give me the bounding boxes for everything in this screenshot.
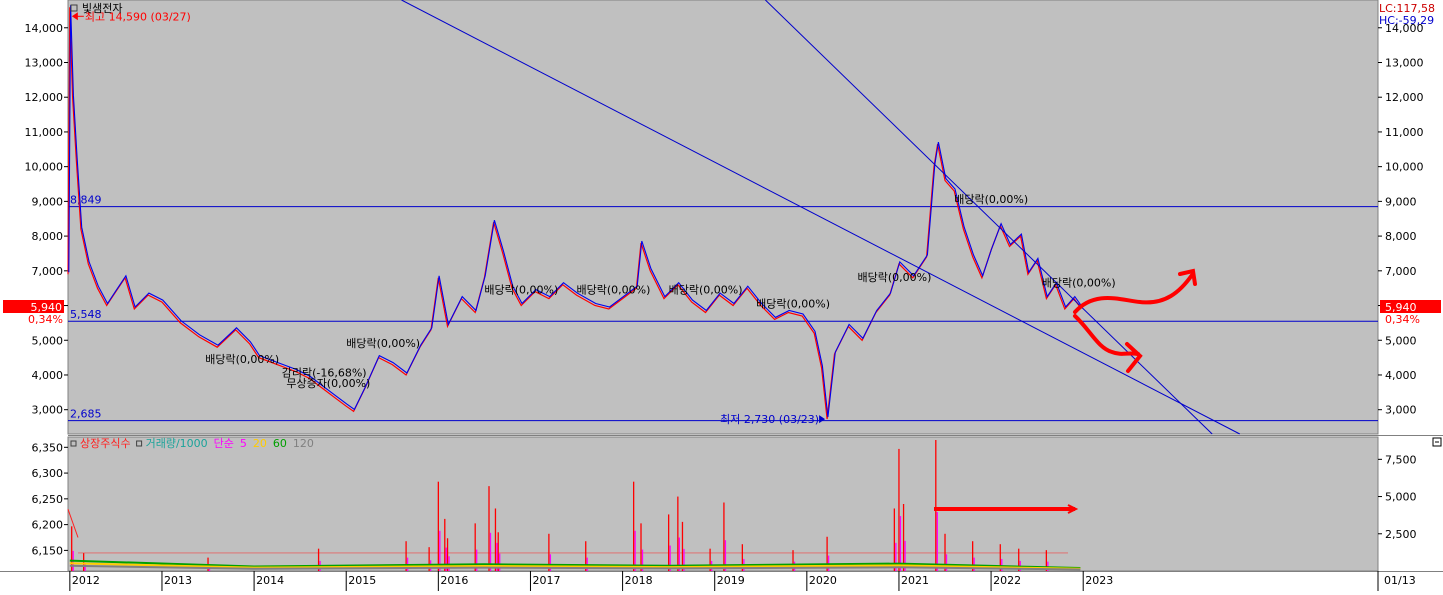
- x-end-label: 01/13: [1384, 574, 1416, 587]
- chart-stage: 14,000 14,000 13,000 13,000 12,000 12,000 11,0…: [0, 0, 1443, 591]
- event-annotation-10: 배당락(0,00%): [1042, 276, 1116, 289]
- x-tick-label: 2017: [532, 574, 560, 587]
- low-label: 최저 2,730 (03/23): [720, 413, 819, 426]
- price-tick-label-right: 5,000: [1385, 334, 1417, 347]
- shares-tick-label: 6,250: [32, 493, 64, 506]
- hc-label: HC:-59,29: [1379, 14, 1434, 27]
- price-tick-label-left: 14,000: [25, 22, 64, 35]
- level-label: 5,548: [70, 308, 102, 321]
- x-tick-label: 2015: [348, 574, 376, 587]
- event-annotation-8: 배당락(0,00%): [858, 271, 932, 284]
- lower-legend-item: 단순: [214, 437, 234, 450]
- price-tick-label-left: 8,000: [32, 230, 64, 243]
- price-tick-label-right: 10,000: [1385, 161, 1424, 174]
- lower-legend-item: 상장주식수: [80, 437, 131, 450]
- price-tick-label-right: 7,000: [1385, 265, 1417, 278]
- lower-legend-item: 5: [240, 437, 247, 450]
- x-tick-label: 2018: [625, 574, 653, 587]
- x-tick-label: 2016: [440, 574, 468, 587]
- event-annotation-3: 배당락(0,00%): [346, 337, 420, 350]
- event-annotation-2: 무상증자(0,00%): [286, 377, 370, 390]
- event-annotation-7: 배당락(0,00%): [756, 297, 830, 310]
- volume-tick-label: 7,500: [1385, 453, 1417, 466]
- price-tick-label-left: 10,000: [25, 161, 64, 174]
- x-tick-label: 2020: [809, 574, 837, 587]
- x-tick-label: 2014: [256, 574, 284, 587]
- price-tick-label-left: 3,000: [32, 404, 64, 417]
- volume-tick-label: 2,500: [1385, 528, 1417, 541]
- shares-tick-label: 6,200: [32, 519, 64, 532]
- price-tick-label-right: 9,000: [1385, 195, 1417, 208]
- price-tick-label-left: 13,000: [25, 56, 64, 69]
- event-annotation-5: 배당락(0,00%): [577, 283, 651, 296]
- price-panel: [67, 0, 1379, 435]
- price-tick-label-left: 9,000: [32, 195, 64, 208]
- lower-legend-item: 20: [253, 437, 267, 450]
- x-tick-label: 2013: [164, 574, 192, 587]
- price-tick-label-right: 4,000: [1385, 369, 1417, 382]
- price-tick-label-right: 3,000: [1385, 404, 1417, 417]
- x-tick-label: 2023: [1085, 574, 1113, 587]
- level-label: 8,849: [70, 194, 102, 207]
- price-tick-label-left: 12,000: [25, 91, 64, 104]
- shares-tick-label: 6,300: [32, 467, 64, 480]
- lower-legend-item: 120: [293, 437, 314, 450]
- x-tick-label: 2022: [993, 574, 1021, 587]
- event-annotation-0: 배당락(0,00%): [205, 353, 279, 366]
- volume-tick-label: 5,000: [1385, 491, 1417, 504]
- x-tick-label: 2021: [901, 574, 929, 587]
- event-annotation-6: 배당락(0,00%): [669, 283, 743, 296]
- price-tick-label-left: 5,000: [32, 334, 64, 347]
- level-label: 2,685: [70, 408, 102, 421]
- change-right: 0,34%: [1385, 313, 1420, 326]
- price-tick-label-right: 8,000: [1385, 230, 1417, 243]
- x-tick-label: 2012: [72, 574, 100, 587]
- price-tick-label-right: 12,000: [1385, 91, 1424, 104]
- stock-chart: 14,000 14,00013,000 13,00012,000 12,00011,0…: [0, 0, 1443, 591]
- x-tick-label: 2019: [717, 574, 745, 587]
- change-left: 0,34%: [28, 313, 63, 326]
- lower-legend-item: 60: [273, 437, 287, 450]
- price-tick-label-right: 13,000: [1385, 56, 1424, 69]
- event-annotation-4: 배당락(0,00%): [484, 283, 558, 296]
- price-tick-label-left: 7,000: [32, 265, 64, 278]
- volume-panel: [67, 436, 1379, 572]
- price-tick-label-left: 11,000: [25, 126, 64, 139]
- shares-tick-label: 6,150: [32, 544, 64, 557]
- price-tick-label-right: 11,000: [1385, 126, 1424, 139]
- event-annotation-9: 배당락(0,00%): [954, 193, 1028, 206]
- price-tick-label-left: 4,000: [32, 369, 64, 382]
- shares-tick-label: 6,350: [32, 441, 64, 454]
- stock-name: 빛샘전자: [82, 2, 122, 15]
- lower-legend-item: 거래량/1000: [146, 437, 208, 450]
